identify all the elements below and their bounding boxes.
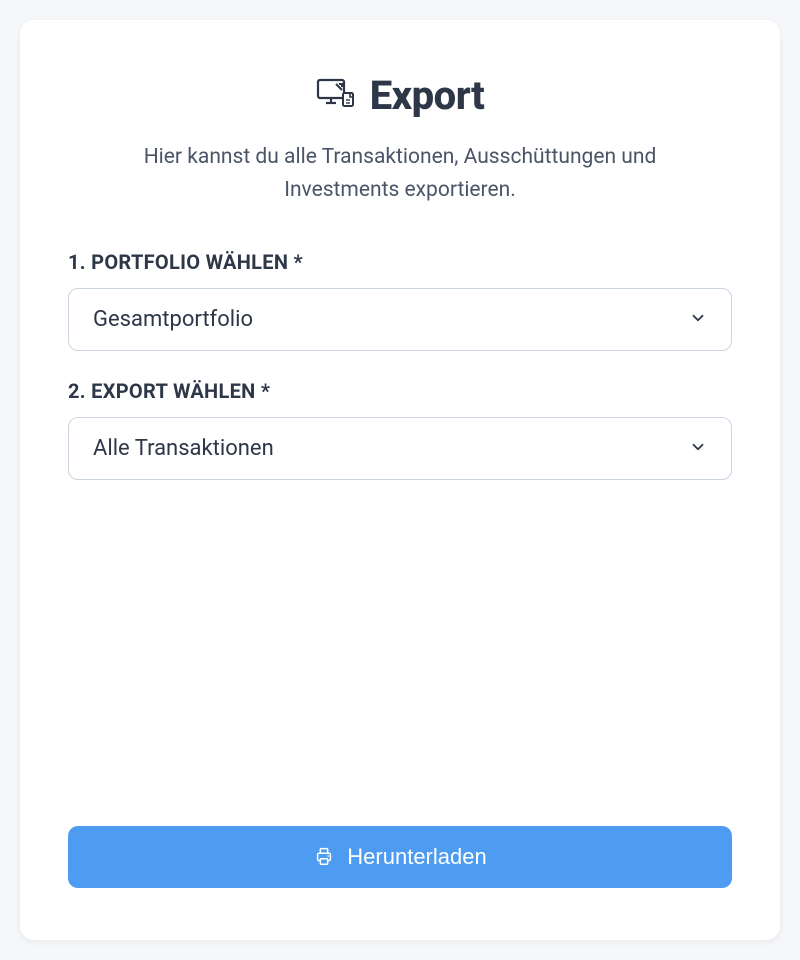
page-subtitle: Hier kannst du alle Transaktionen, Aussc…: [68, 141, 732, 206]
page-title: Export: [370, 72, 485, 119]
card-header: Export: [68, 72, 732, 119]
export-select[interactable]: Alle Transaktionen: [68, 417, 732, 480]
export-field: 2. EXPORT WÄHLEN * Alle Transaktionen: [68, 379, 732, 480]
portfolio-field: 1. PORTFOLIO WÄHLEN * Gesamtportfolio: [68, 250, 732, 351]
download-button[interactable]: Herunterladen: [68, 826, 732, 888]
export-field-label: 2. EXPORT WÄHLEN *: [68, 379, 732, 403]
chevron-down-icon: [689, 309, 707, 331]
export-card: Export Hier kannst du alle Transaktionen…: [20, 20, 780, 940]
portfolio-select-value: Gesamtportfolio: [93, 307, 253, 332]
portfolio-select[interactable]: Gesamtportfolio: [68, 288, 732, 351]
download-icon: [313, 845, 335, 870]
export-select-value: Alle Transaktionen: [93, 436, 274, 461]
portfolio-field-label: 1. PORTFOLIO WÄHLEN *: [68, 250, 732, 274]
download-button-label: Herunterladen: [347, 844, 486, 870]
spacer: [68, 508, 732, 826]
chevron-down-icon: [689, 438, 707, 460]
export-icon: [316, 76, 356, 116]
